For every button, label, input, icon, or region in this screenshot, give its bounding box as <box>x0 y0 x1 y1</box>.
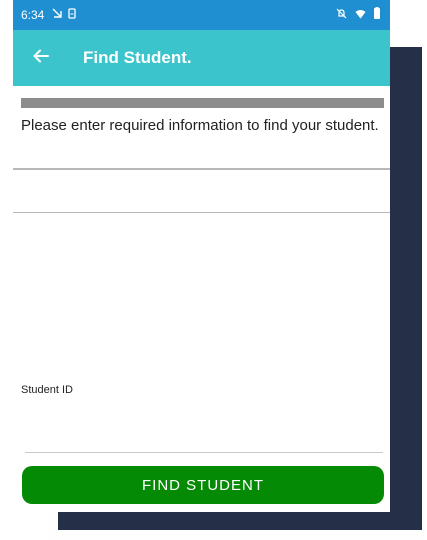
find-student-button[interactable]: FIND STUDENT <box>22 466 384 504</box>
download-icon <box>52 8 63 22</box>
student-id-label: Student ID <box>21 384 73 396</box>
divider <box>13 168 390 170</box>
header-strip <box>21 98 384 108</box>
mute-icon <box>336 8 347 22</box>
back-button[interactable] <box>21 38 61 78</box>
status-bar: 6:34 <box>13 0 390 30</box>
page-title: Find Student. <box>83 48 192 67</box>
battery-icon <box>374 7 380 22</box>
sim-icon <box>68 8 77 22</box>
status-left-icons <box>52 8 77 22</box>
instructions-text: Please enter required information to fin… <box>21 117 379 134</box>
wifi-icon <box>355 8 366 22</box>
app-bar: Find Student. <box>13 30 390 86</box>
status-time: 6:34 <box>21 8 45 22</box>
phone-screen: 6:34 Find Student. Please enter required… <box>13 0 390 512</box>
status-right-icons <box>336 7 380 22</box>
student-id-input[interactable] <box>25 400 383 453</box>
arrow-left-icon <box>33 49 49 68</box>
divider <box>13 212 390 213</box>
